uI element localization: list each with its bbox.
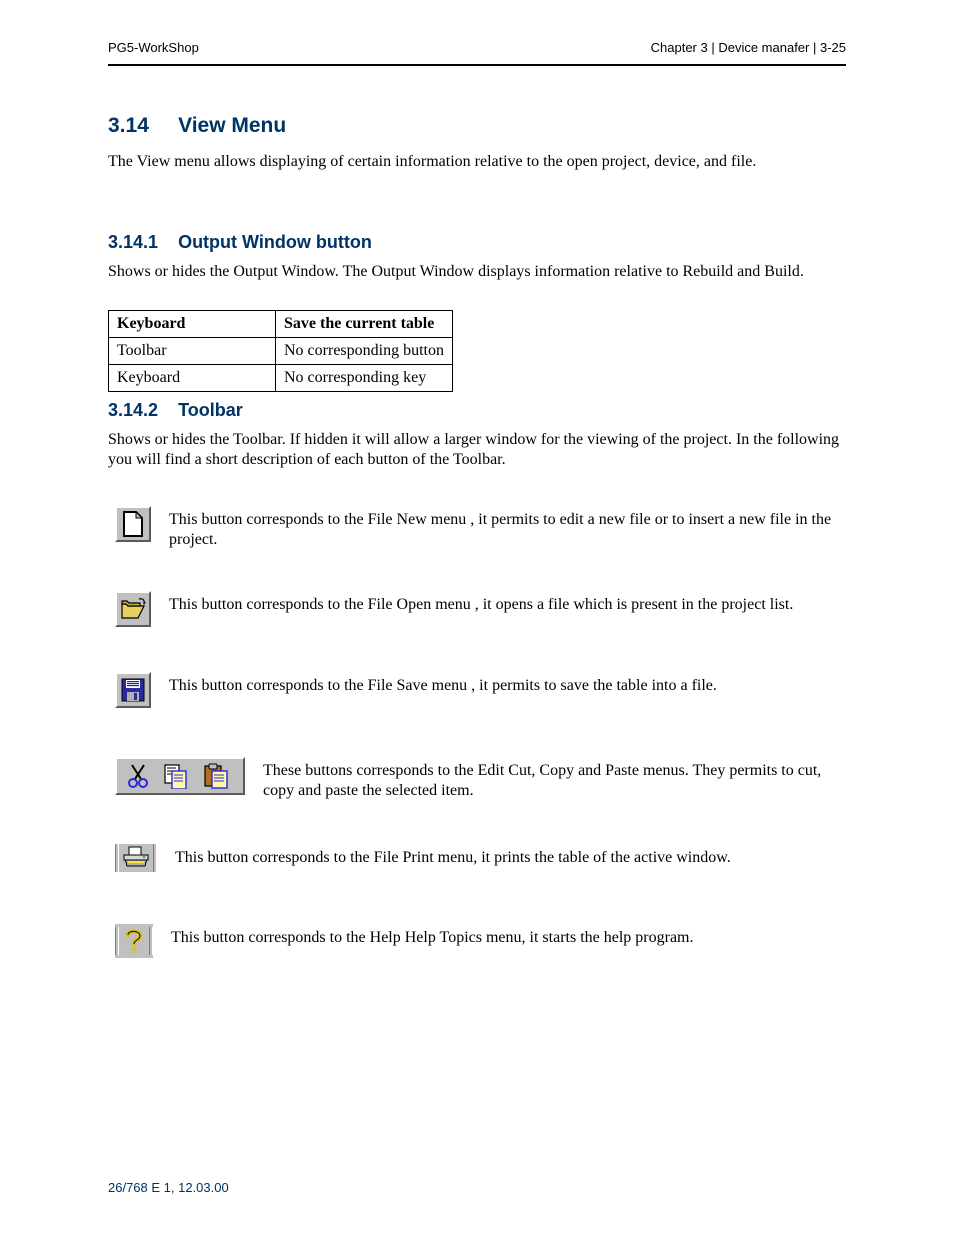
table-header-cell: Keyboard	[109, 311, 276, 338]
item-heading: 3.14.2 Toolbar	[108, 400, 243, 421]
print-button[interactable]	[119, 844, 153, 872]
table-header-cell: Save the current table	[276, 311, 453, 338]
paste-button[interactable]	[203, 763, 229, 789]
paste-icon	[203, 763, 229, 789]
item-number: 3.14.2	[108, 400, 158, 420]
toolbar-separator	[153, 844, 157, 872]
item-title-text: Toolbar	[178, 400, 243, 420]
section-heading: 3.14 View Menu	[108, 114, 286, 138]
table-row: Keyboard Save the current table	[109, 311, 453, 338]
subsection-para: Shows or hides the Output Window. The Ou…	[108, 262, 846, 282]
new-file-icon	[122, 511, 144, 537]
cut-button[interactable]	[127, 763, 149, 789]
icon-description: This button corresponds to the File Save…	[169, 676, 835, 696]
page-footer: 26/768 E 1, 12.03.00	[108, 1180, 229, 1195]
save-file-button[interactable]	[115, 672, 151, 708]
help-button[interactable]	[119, 924, 149, 958]
icon-description: This button corresponds to the File Open…	[169, 595, 835, 615]
edit-toolbar-strip	[115, 757, 245, 795]
subsection-title-text: Output Window button	[178, 232, 372, 252]
header-right: Chapter 3 | Device manafer | 3-25	[651, 40, 846, 55]
section-intro: The View menu allows displaying of certa…	[108, 152, 846, 172]
table-cell: Keyboard	[109, 365, 276, 392]
page-header: PG5-WorkShop Chapter 3 | Device manafer …	[108, 40, 846, 55]
icon-description: This button corresponds to the Help Help…	[171, 928, 835, 948]
header-rule	[108, 64, 846, 66]
subsection-heading: 3.14.1 Output Window button	[108, 232, 372, 253]
floppy-disk-icon	[121, 678, 145, 702]
table-row: Toolbar No corresponding button	[109, 338, 453, 365]
table-cell: No corresponding key	[276, 365, 453, 392]
header-left: PG5-WorkShop	[108, 40, 199, 55]
icon-description: These buttons corresponds to the Edit Cu…	[263, 761, 835, 801]
icon-description: This button corresponds to the File Prin…	[175, 848, 835, 868]
printer-icon	[123, 846, 149, 870]
item-para: Shows or hides the Toolbar. If hidden it…	[108, 430, 846, 470]
table-row: Keyboard No corresponding key	[109, 365, 453, 392]
section-title-text: View Menu	[178, 114, 286, 137]
shortcut-table: Keyboard Save the current table Toolbar …	[108, 310, 453, 392]
toolbar-separator	[149, 927, 153, 955]
scissors-icon	[127, 763, 149, 789]
open-file-button[interactable]	[115, 591, 151, 627]
subsection-number: 3.14.1	[108, 232, 158, 252]
section-number: 3.14	[108, 114, 149, 137]
question-mark-icon	[125, 928, 143, 954]
table-cell: No corresponding button	[276, 338, 453, 365]
new-file-button[interactable]	[115, 506, 151, 542]
table-cell: Toolbar	[109, 338, 276, 365]
copy-icon	[163, 763, 189, 789]
copy-button[interactable]	[163, 763, 189, 789]
open-folder-icon	[120, 598, 146, 620]
icon-description: This button corresponds to the File New …	[169, 510, 835, 550]
